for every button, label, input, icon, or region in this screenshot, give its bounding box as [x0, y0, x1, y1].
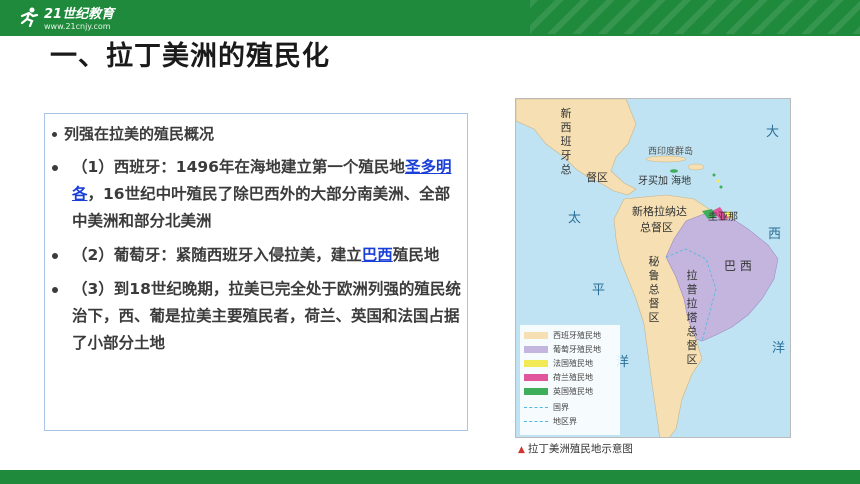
legend-label-france: 法国殖民地	[553, 358, 593, 368]
list-item-spain: （1）西班牙：1496年在海地建立第一个殖民地圣多明各，16世纪中叶殖民了除巴西…	[50, 154, 462, 235]
header-stripes	[530, 0, 860, 34]
caption-triangle-icon: ▲	[518, 445, 525, 455]
legend-swatch-border	[524, 406, 548, 408]
bullet-dot	[52, 132, 57, 137]
map-legend: 西班牙殖民地 葡萄牙殖民地 法国殖民地 荷兰殖民地 英国殖民地 国界 地区界	[520, 325, 620, 435]
label-la-plata: 拉普拉塔总督区	[686, 269, 698, 366]
legend-swatch-britain	[524, 387, 548, 395]
legend-swatch-netherlands	[524, 373, 548, 381]
legend-swatch-france	[524, 359, 548, 367]
portugal-prefix: （2）葡萄牙：紧随西班牙入侵拉美，建立	[72, 246, 362, 264]
ocean-pacific-left: 太	[568, 211, 582, 226]
list-item-portugal: （2）葡萄牙：紧随西班牙入侵拉美，建立巴西殖民地	[50, 242, 462, 269]
legend-label-spain: 西班牙殖民地	[553, 330, 601, 340]
legend-row-france: 法国殖民地	[524, 357, 593, 369]
label-new-spain-tail: 督区	[586, 171, 608, 184]
antilles-dot-3	[719, 185, 723, 189]
ocean-pacific-2: 平	[592, 283, 606, 298]
label-new-granada: 新格拉纳达	[632, 205, 687, 218]
legend-label-netherlands: 荷兰殖民地	[553, 372, 593, 382]
legend-row-border: 国界	[524, 401, 569, 413]
spain-suffix: ，16世纪中叶殖民了除巴西外的大部分南美洲、全部中美洲和部分北美洲	[72, 185, 451, 230]
caption-text: 拉丁美洲殖民地示意图	[527, 443, 633, 455]
legend-swatch-region	[524, 420, 548, 422]
page-title: 一、拉丁美洲的殖民化	[50, 41, 330, 72]
label-west-indies: 西印度群岛	[648, 147, 694, 157]
legend-swatch-spain	[524, 331, 548, 339]
spanish-colonies-north	[516, 99, 637, 196]
legend-row-britain: 英国殖民地	[524, 385, 593, 397]
logo: 21世纪教育 www.21cnjy.com	[18, 6, 115, 31]
colonial-map: 新西班牙总 督区 西印度群岛 牙买加 海地 新格拉纳达 总督区 圭亚那 秘鲁总督…	[515, 98, 791, 438]
bullet-list: 列强在拉美的殖民概况 （1）西班牙：1496年在海地建立第一个殖民地圣多明各，1…	[50, 121, 462, 364]
bullet-dot	[52, 165, 58, 171]
label-brazil: 巴 西	[724, 259, 752, 273]
legend-row-region: 地区界	[524, 415, 577, 427]
legend-label-region: 地区界	[553, 416, 577, 426]
legend-swatch-portugal	[524, 345, 548, 353]
legend-label-britain: 英国殖民地	[553, 386, 593, 396]
label-haiti: 牙买加 海地	[638, 176, 692, 187]
label-new-granada-2: 总督区	[640, 221, 673, 234]
legend-label-border: 国界	[553, 402, 569, 412]
label-guiana: 圭亚那	[708, 212, 738, 223]
antilles-dot-2	[716, 179, 720, 183]
list-item-late-18th: （3）到18世纪晚期，拉美已完全处于欧洲列强的殖民统治下，西、葡是拉美主要殖民者…	[50, 276, 462, 357]
legend-row-netherlands: 荷兰殖民地	[524, 371, 593, 383]
late-18th-text: （3）到18世纪晚期，拉美已完全处于欧洲列强的殖民统治下，西、葡是拉美主要殖民者…	[72, 280, 461, 352]
header-bar: 21世纪教育 www.21cnjy.com	[0, 0, 860, 34]
legend-row-spain: 西班牙殖民地	[524, 329, 601, 341]
hispaniola-island	[687, 163, 705, 171]
ocean-atlantic-1: 大	[766, 125, 780, 140]
label-peru: 秘鲁总督区	[648, 255, 660, 324]
legend-label-portugal: 葡萄牙殖民地	[553, 344, 601, 354]
link-brazil[interactable]: 巴西	[362, 246, 393, 264]
spain-prefix: （1）西班牙：1496年在海地建立第一个殖民地	[72, 158, 405, 176]
bullet-dot	[52, 253, 58, 259]
legend-row-portugal: 葡萄牙殖民地	[524, 343, 601, 355]
jamaica-island	[670, 169, 678, 173]
bullet-dot	[52, 287, 58, 293]
ocean-atlantic-3: 洋	[772, 341, 786, 356]
map-caption: ▲ 拉丁美洲殖民地示意图	[518, 441, 633, 456]
portugal-suffix: 殖民地	[392, 246, 440, 264]
logo-subtext: www.21cnjy.com	[44, 22, 111, 31]
footer-bar	[0, 470, 860, 484]
heading-text: 列强在拉美的殖民概况	[64, 125, 215, 143]
list-item-heading: 列强在拉美的殖民概况	[50, 121, 462, 148]
antilles-dot-1	[712, 173, 716, 177]
label-new-spain: 新西班牙总	[560, 107, 572, 176]
ocean-atlantic-2: 西	[768, 227, 782, 242]
runner-logo-icon	[20, 7, 39, 27]
logo-text: 21世纪教育	[44, 7, 115, 22]
